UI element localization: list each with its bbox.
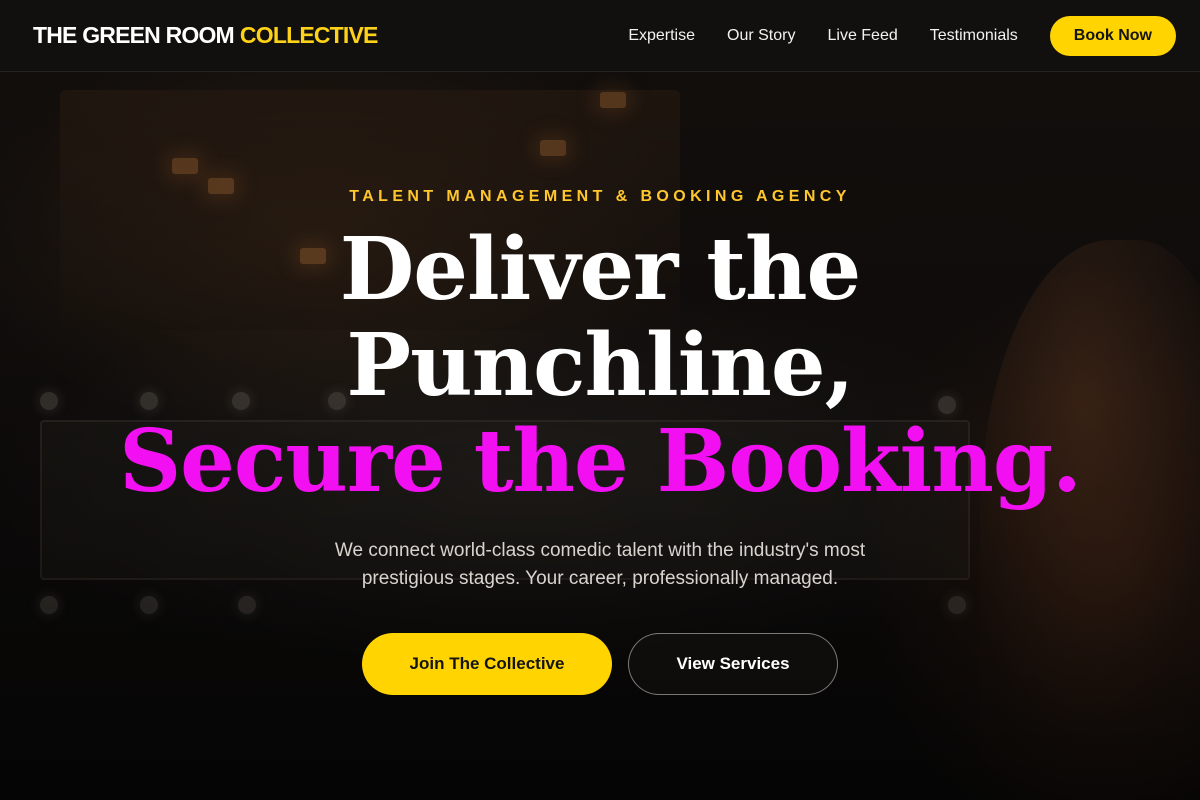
headline-line-1: Deliver the bbox=[339, 219, 862, 320]
nav-link-expertise[interactable]: Expertise bbox=[628, 27, 695, 45]
nav-link-our-story[interactable]: Our Story bbox=[727, 27, 795, 45]
site-header: THE GREEN ROOM COLLECTIVE Expertise Our S… bbox=[0, 0, 1200, 72]
book-now-button[interactable]: Book Now bbox=[1049, 15, 1176, 56]
headline-line-2: Punchline, bbox=[346, 315, 854, 416]
nav-link-testimonials[interactable]: Testimonials bbox=[930, 27, 1018, 45]
main-nav: Expertise Our Story Live Feed Testimonia… bbox=[628, 15, 1176, 56]
hero-cta-group: Join The Collective View Services bbox=[0, 633, 1200, 695]
hero-headline: Deliver the Punchline, Secure the Bookin… bbox=[0, 222, 1200, 510]
site-logo[interactable]: THE GREEN ROOM COLLECTIVE bbox=[33, 22, 378, 49]
hero-section: TALENT MANAGEMENT & BOOKING AGENCY Deliv… bbox=[0, 72, 1200, 800]
hero-subtitle: We connect world-class comedic talent wi… bbox=[334, 540, 866, 589]
nav-link-live-feed[interactable]: Live Feed bbox=[827, 27, 897, 45]
hero-eyebrow: TALENT MANAGEMENT & BOOKING AGENCY bbox=[349, 188, 851, 205]
logo-text-primary: THE GREEN ROOM bbox=[33, 22, 235, 48]
join-collective-button[interactable]: Join The Collective bbox=[362, 633, 612, 695]
logo-text-accent: COLLECTIVE bbox=[239, 22, 378, 48]
headline-line-3-accent: Secure the Booking. bbox=[119, 411, 1082, 512]
view-services-button[interactable]: View Services bbox=[628, 633, 838, 695]
